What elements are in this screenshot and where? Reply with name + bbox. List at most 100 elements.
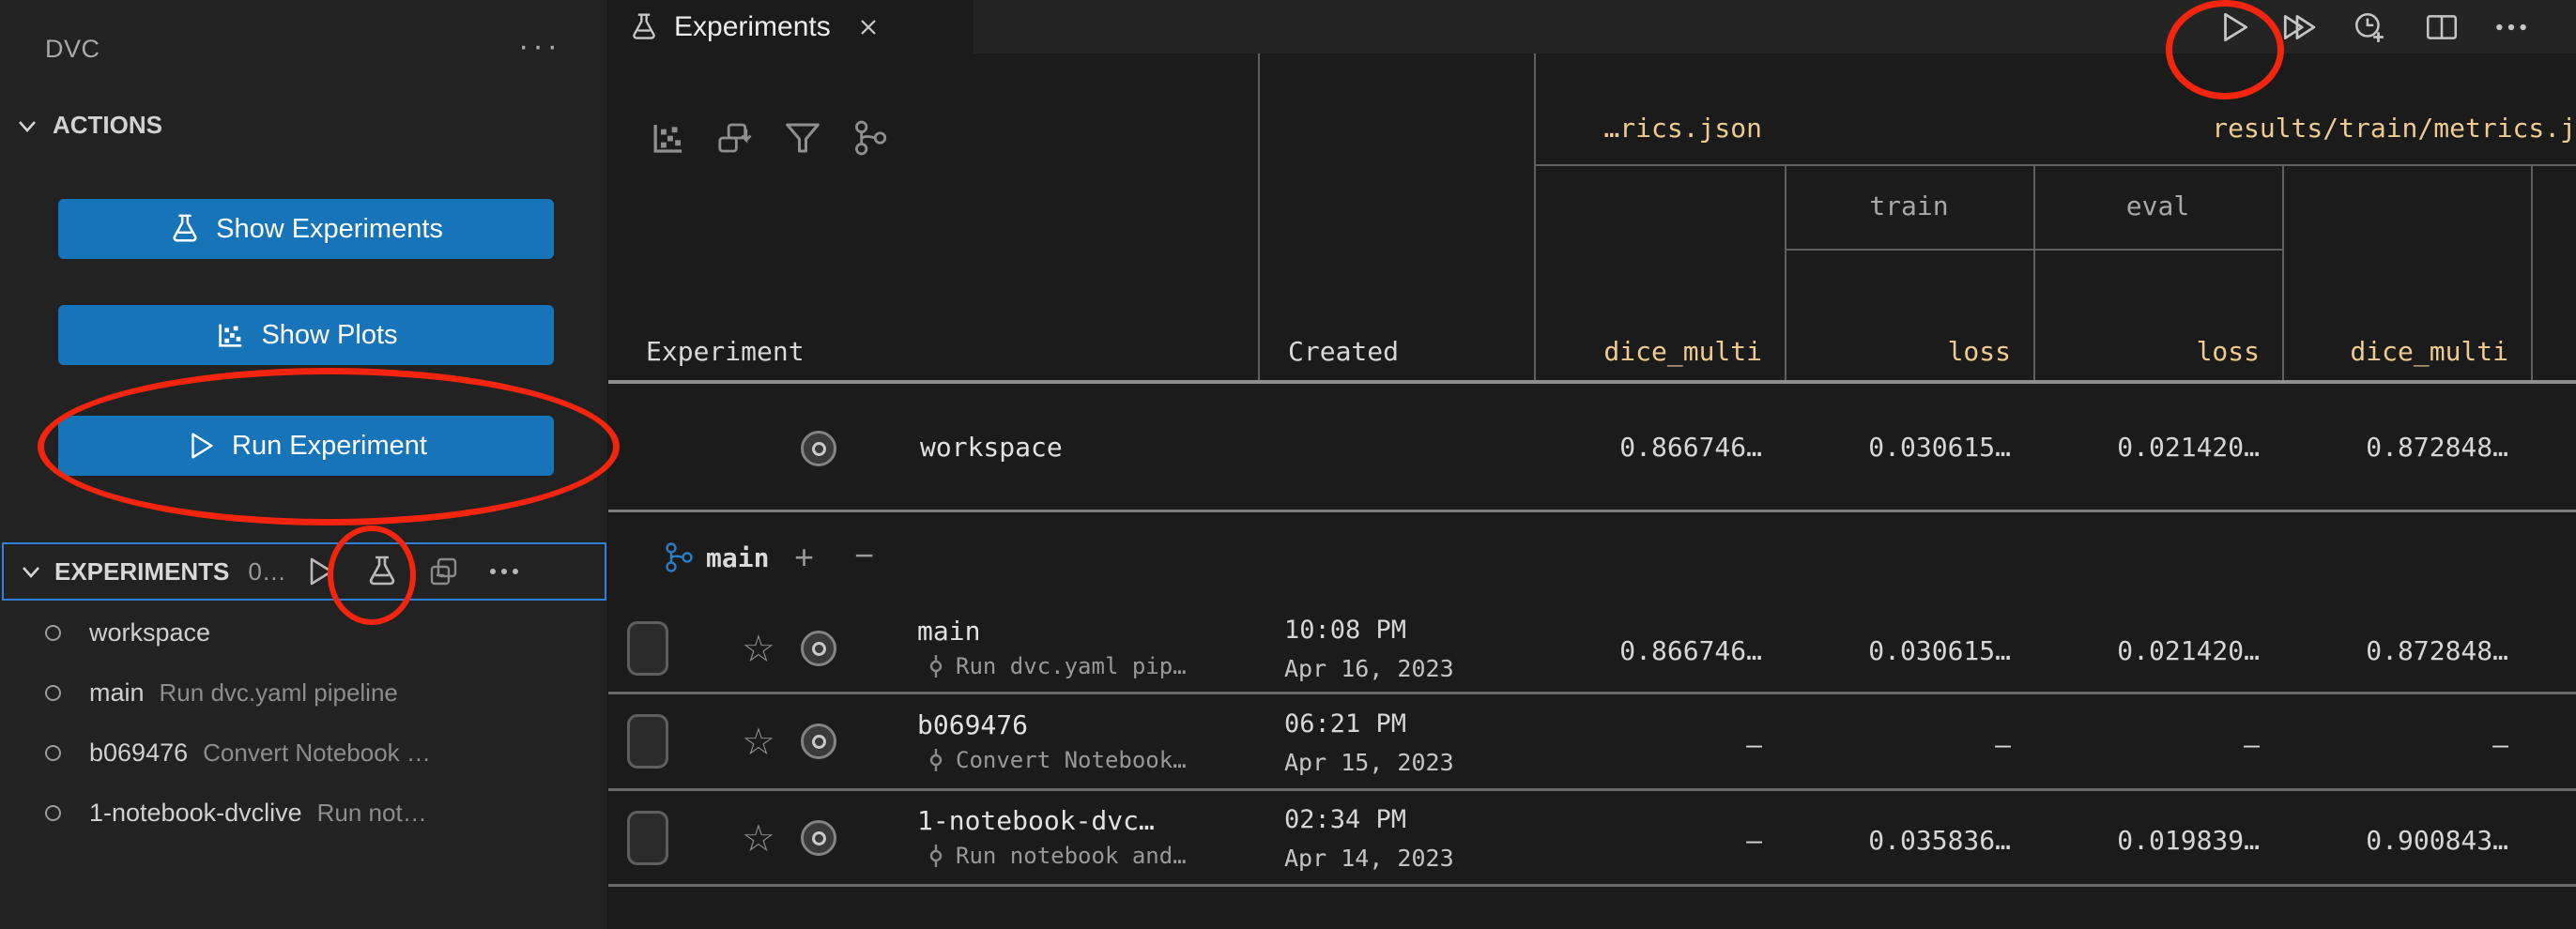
experiment-desc: Convert Notebook… bbox=[956, 747, 1187, 773]
beaker-icon bbox=[169, 213, 201, 245]
grid-line bbox=[2282, 164, 2284, 383]
tab-experiments[interactable]: Experiments bbox=[608, 0, 974, 53]
cell-eval-dice-multi: 0.900843… bbox=[2282, 825, 2508, 856]
grid-line bbox=[1534, 164, 2576, 166]
row-divider bbox=[608, 788, 2576, 791]
commit-bullet-icon bbox=[801, 723, 836, 759]
run-experiment-icon[interactable] bbox=[303, 555, 337, 588]
run-all-action-icon[interactable] bbox=[2280, 9, 2316, 45]
grid-line bbox=[2033, 164, 2035, 383]
more-actions-icon[interactable] bbox=[2493, 9, 2529, 45]
cell-train-loss: 0.035836… bbox=[1785, 825, 2011, 856]
editor-tab-bar: Experiments bbox=[608, 0, 2576, 53]
experiments-section-label: EXPERIMENTS bbox=[54, 557, 229, 586]
header-divider bbox=[608, 380, 2576, 384]
more-actions-icon[interactable] bbox=[487, 555, 521, 588]
star-icon[interactable]: ☆ bbox=[742, 820, 775, 858]
sidebar-item-workspace[interactable]: workspace bbox=[0, 606, 608, 659]
sidebar-title: DVC bbox=[45, 35, 100, 64]
run-experiment-button[interactable]: Run Experiment bbox=[58, 416, 554, 476]
git-branch-icon bbox=[662, 541, 696, 574]
commit-bullet-icon bbox=[801, 431, 836, 466]
split-editor-icon[interactable] bbox=[2424, 9, 2460, 45]
experiment-name: b069476 bbox=[917, 709, 1028, 740]
actions-section-header[interactable]: ACTIONS bbox=[15, 111, 162, 140]
cell-train-loss: 0.030615… bbox=[1785, 635, 2011, 666]
column-header-experiment[interactable]: Experiment bbox=[646, 336, 805, 367]
add-branch-button[interactable]: + bbox=[794, 541, 814, 574]
cell-dice-multi: 0.866746… bbox=[1534, 635, 1762, 666]
column-header-eval-loss[interactable]: loss bbox=[2033, 336, 2260, 367]
row-divider bbox=[608, 884, 2576, 887]
column-subgroup-train[interactable]: train bbox=[1785, 190, 2033, 221]
apply-experiment-icon[interactable] bbox=[427, 555, 461, 588]
filter-icon[interactable] bbox=[783, 118, 822, 158]
experiment-name: 1-notebook-dvc… bbox=[917, 805, 1155, 836]
show-plots-button[interactable]: Show Plots bbox=[58, 305, 554, 365]
column-header-train-loss[interactable]: loss bbox=[1785, 336, 2011, 367]
tab-title: Experiments bbox=[674, 11, 831, 43]
cell-eval-loss: 0.021420… bbox=[2033, 432, 2260, 463]
cell-dice-multi: – bbox=[1534, 825, 1762, 856]
cell-eval-loss: – bbox=[2033, 729, 2260, 760]
sidebar-item-b069476[interactable]: b069476 Convert Notebook … bbox=[0, 726, 608, 779]
cell-eval-dice-multi: 0.872848… bbox=[2282, 432, 2508, 463]
show-experiments-icon[interactable] bbox=[365, 555, 399, 588]
cell-dice-multi: 0.866746… bbox=[1534, 432, 1762, 463]
row-checkbox[interactable] bbox=[627, 811, 668, 865]
grid-line bbox=[1534, 53, 1536, 383]
experiment-name: main bbox=[917, 616, 980, 647]
star-icon[interactable]: ☆ bbox=[742, 631, 775, 668]
commit-icon bbox=[924, 654, 948, 678]
experiment-desc: Run dvc.yaml pip… bbox=[956, 653, 1187, 679]
app-window: DVC ··· ACTIONS Show Experiments Show Pl… bbox=[0, 0, 2576, 929]
grid-line bbox=[1258, 53, 1260, 383]
run-experiment-action-icon[interactable] bbox=[2216, 9, 2252, 45]
cell-created-date: Apr 15, 2023 bbox=[1284, 749, 1454, 776]
grid-line bbox=[1785, 249, 2282, 251]
sidebar-more-icon[interactable]: ··· bbox=[518, 28, 561, 65]
commit-icon bbox=[924, 748, 948, 772]
commit-bullet-icon bbox=[45, 745, 61, 761]
cell-eval-loss: 0.021420… bbox=[2033, 635, 2260, 666]
chevron-down-icon bbox=[19, 559, 43, 584]
row-checkbox[interactable] bbox=[627, 621, 668, 676]
commit-bullet-icon bbox=[45, 805, 61, 821]
column-header-dice-multi[interactable]: dice_multi bbox=[1534, 336, 1762, 367]
column-header-created[interactable]: Created bbox=[1288, 336, 1399, 367]
star-icon[interactable]: ☆ bbox=[742, 723, 775, 761]
dvc-sidebar: DVC ··· ACTIONS Show Experiments Show Pl… bbox=[0, 0, 608, 929]
play-icon bbox=[185, 430, 217, 462]
close-icon[interactable] bbox=[855, 14, 882, 40]
sidebar-item-main[interactable]: main Run dvc.yaml pipeline bbox=[0, 666, 608, 719]
show-plots-label: Show Plots bbox=[261, 320, 397, 351]
item-desc: Run not… bbox=[317, 799, 427, 828]
commit-bullet-icon bbox=[801, 820, 836, 856]
show-experiments-button[interactable]: Show Experiments bbox=[58, 199, 554, 259]
grid-line bbox=[2531, 164, 2533, 383]
experiment-name: workspace bbox=[920, 432, 1063, 463]
column-group-metrics-json[interactable]: …rics.json bbox=[1534, 113, 1762, 144]
row-checkbox[interactable] bbox=[627, 714, 668, 769]
queue-experiment-icon[interactable] bbox=[2352, 9, 2387, 45]
remove-branch-button[interactable]: − bbox=[854, 539, 874, 572]
show-plots-icon[interactable] bbox=[648, 118, 687, 158]
commit-bullet-icon bbox=[45, 685, 61, 701]
experiment-desc: Run notebook and… bbox=[956, 843, 1187, 869]
cell-created-time: 06:21 PM bbox=[1284, 709, 1406, 739]
grid-line bbox=[1785, 164, 1786, 383]
column-header-eval-dice-multi[interactable]: dice_multi bbox=[2282, 336, 2508, 367]
column-subgroup-eval[interactable]: eval bbox=[2033, 190, 2282, 221]
column-group-results-metrics[interactable]: results/train/metrics.j bbox=[1785, 113, 2576, 144]
move-columns-icon[interactable] bbox=[714, 118, 754, 158]
plots-icon bbox=[214, 319, 246, 351]
cell-created-time: 02:34 PM bbox=[1284, 805, 1406, 834]
item-desc: Run dvc.yaml pipeline bbox=[160, 678, 398, 708]
cell-train-loss: 0.030615… bbox=[1785, 432, 2011, 463]
experiments-section-header[interactable]: EXPERIMENTS 0… bbox=[2, 542, 606, 601]
branches-icon[interactable] bbox=[851, 118, 890, 158]
item-name: workspace bbox=[89, 618, 210, 647]
run-experiment-label: Run Experiment bbox=[232, 431, 427, 462]
branch-name: main bbox=[706, 542, 769, 573]
sidebar-item-1-notebook-dvclive[interactable]: 1-notebook-dvclive Run not… bbox=[0, 786, 608, 839]
